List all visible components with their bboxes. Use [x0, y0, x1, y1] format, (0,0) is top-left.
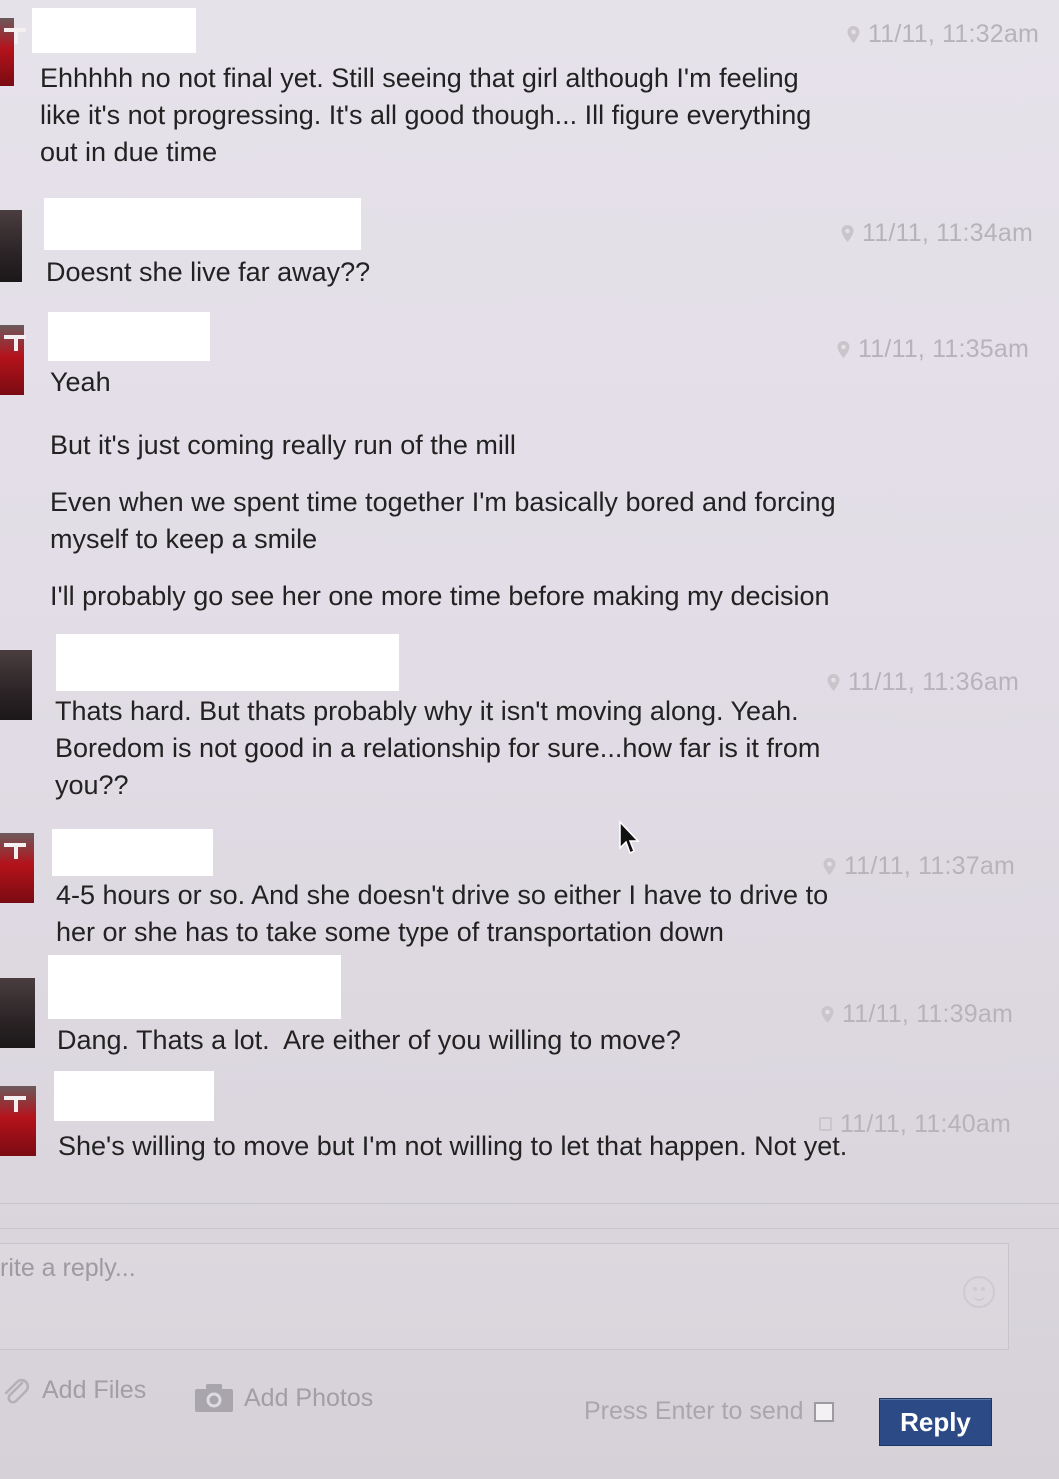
message-text: Even when we spent time together I'm bas… [50, 487, 836, 554]
message-text: But it's just coming really run of the m… [50, 430, 516, 460]
avatar[interactable] [0, 210, 22, 282]
avatar[interactable] [0, 1086, 36, 1156]
press-enter-label: Press Enter to send [584, 1397, 804, 1425]
redacted-sender-name [44, 198, 361, 250]
mouse-pointer-icon [619, 820, 640, 855]
message-text: Thats hard. But thats probably why it is… [55, 696, 821, 800]
message-body: Thats hard. But thats probably why it is… [55, 693, 820, 826]
message-timestamp[interactable]: 11/11, 11:40am [819, 1110, 1011, 1139]
avatar[interactable] [0, 18, 26, 86]
message-body: Ehhhhh no not final yet. Still seeing th… [40, 60, 811, 193]
redacted-sender-name [52, 829, 213, 876]
camera-icon [195, 1384, 233, 1412]
paperclip-icon [4, 1378, 30, 1403]
add-photos-label: Add Photos [244, 1383, 374, 1412]
add-photos-button[interactable]: Add Photos [194, 1383, 373, 1413]
redacted-sender-name [48, 312, 210, 361]
location-pin-icon [847, 26, 860, 43]
divider [0, 1228, 1059, 1229]
location-pin-icon [823, 858, 836, 875]
location-pin-icon [837, 341, 850, 358]
press-enter-checkbox[interactable] [813, 1401, 834, 1422]
redacted-sender-name [56, 634, 399, 691]
emoji-icon[interactable] [963, 1276, 995, 1308]
message-timestamp[interactable]: 11/11, 11:34am [841, 219, 1033, 248]
message-timestamp[interactable]: 11/11, 11:35am [837, 335, 1029, 364]
add-files-button[interactable]: Add Files [2, 1376, 146, 1405]
message-body: She's willing to move but I'm not willin… [58, 1128, 847, 1187]
avatar[interactable] [0, 650, 32, 720]
press-enter-toggle[interactable]: Press Enter to send [584, 1397, 834, 1426]
message-body: Doesnt she live far away?? [46, 254, 370, 313]
message-text: Doesnt she live far away?? [46, 257, 371, 287]
add-files-label: Add Files [42, 1376, 147, 1404]
redacted-sender-name [32, 8, 196, 53]
message-timestamp[interactable]: 11/11, 11:36am [827, 668, 1019, 697]
message-text: Yeah [50, 367, 111, 397]
message-text: 4-5 hours or so. And she doesn't drive s… [56, 880, 829, 947]
avatar[interactable] [0, 325, 26, 395]
reply-input[interactable] [0, 1248, 940, 1288]
message-timestamp[interactable]: 11/11, 11:39am [821, 1000, 1013, 1029]
reply-button[interactable]: Reply [879, 1398, 992, 1446]
location-pin-icon [841, 225, 854, 242]
avatar[interactable] [0, 833, 34, 903]
redacted-sender-name [48, 955, 341, 1019]
message-text: I'll probably go see her one more time b… [50, 581, 830, 611]
redacted-sender-name [54, 1071, 214, 1121]
divider [0, 1203, 1059, 1204]
message-body: Yeah But it's just coming really run of … [50, 364, 836, 637]
avatar[interactable] [0, 978, 35, 1048]
message-text: She's willing to move but I'm not willin… [58, 1131, 848, 1161]
message-timestamp[interactable]: 11/11, 11:37am [823, 852, 1015, 881]
location-pin-icon [821, 1006, 834, 1023]
location-pin-icon [827, 674, 840, 691]
message-timestamp[interactable]: 11/11, 11:32am [847, 20, 1039, 49]
message-text: Dang. Thats a lot. Are either of you wil… [57, 1025, 681, 1055]
message-text: Ehhhhh no not final yet. Still seeing th… [40, 63, 812, 167]
message-thread: 11/11, 11:32am Ehhhhh no not final yet. … [0, 0, 1059, 1200]
